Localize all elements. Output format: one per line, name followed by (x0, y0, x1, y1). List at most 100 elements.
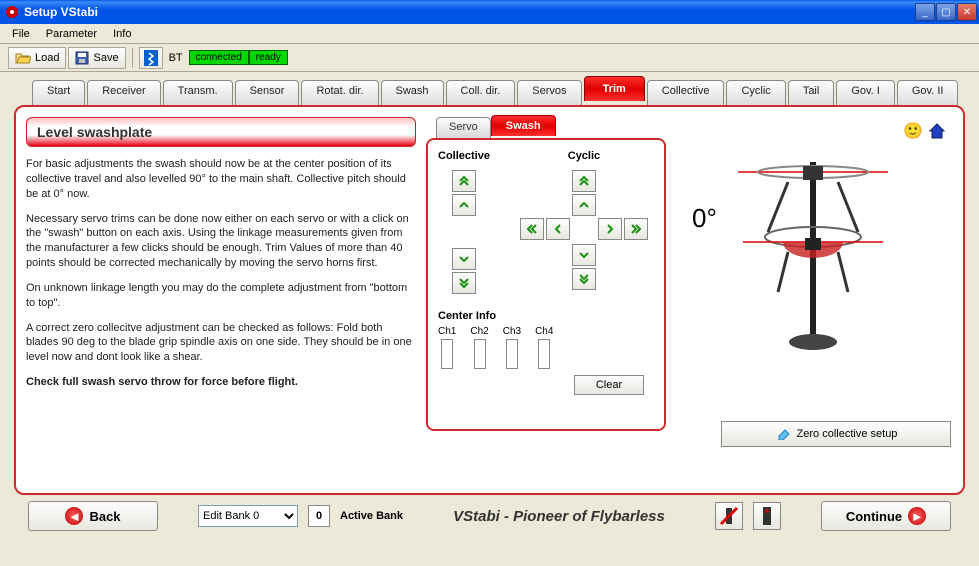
tab-coll-dir[interactable]: Coll. dir. (446, 80, 516, 105)
bt-status: connected ready (189, 50, 288, 65)
tab-receiver[interactable]: Receiver (87, 80, 160, 105)
bt-ready: ready (249, 50, 288, 65)
cyclic-up-button[interactable] (572, 194, 596, 216)
active-bank-num: 0 (308, 505, 330, 527)
main-tabs: Start Receiver Transm. Sensor Rotat. dir… (32, 80, 965, 105)
subtab-servo[interactable]: Servo (436, 117, 491, 138)
control-box: Servo Swash Collective (426, 117, 666, 483)
collective-up-button[interactable] (452, 194, 476, 216)
heli-graphic (728, 142, 898, 362)
visualization-panel: 🙂 0° (672, 117, 953, 483)
control-body: Collective Cyclic (426, 138, 666, 431)
tab-swash[interactable]: Swash (381, 80, 444, 105)
collective-double-down-button[interactable] (452, 272, 476, 294)
edit-bank-select[interactable]: Edit Bank 0 (198, 505, 298, 527)
collective-label: Collective (438, 150, 490, 162)
help-p2: Necessary servo trims can be done now ei… (26, 212, 416, 271)
titlebar: Setup VStabi _ ▢ ✕ (0, 0, 979, 24)
bt-connected: connected (189, 50, 249, 65)
tab-start[interactable]: Start (32, 80, 85, 105)
center-info: Center Info Ch1 Ch2 Ch3 Ch4 Clear (438, 310, 654, 395)
ch2-bar (474, 339, 486, 369)
help-p1: For basic adjustments the swash should n… (26, 157, 416, 202)
back-arrow-icon: ◄ (65, 507, 83, 525)
tab-servos[interactable]: Servos (517, 80, 581, 105)
continue-button[interactable]: Continue ► (821, 501, 951, 531)
degree-readout: 0° (692, 203, 717, 234)
cyclic-column: Cyclic (520, 150, 648, 296)
continue-arrow-icon: ► (908, 507, 926, 525)
left-panel: Level swashplate For basic adjustments t… (26, 117, 416, 483)
device-button[interactable] (753, 502, 781, 530)
folder-open-icon (15, 51, 31, 65)
tab-gov-ii[interactable]: Gov. II (897, 80, 959, 105)
minimize-button[interactable]: _ (915, 3, 935, 21)
help-p3: On unknown linkage length you may do the… (26, 281, 416, 311)
bluetooth-icon (144, 50, 158, 66)
tagline: VStabi - Pioneer of Flybarless (413, 508, 705, 525)
ch2-label: Ch2 (470, 326, 488, 337)
help-text: For basic adjustments the swash should n… (26, 157, 416, 390)
cyclic-label: Cyclic (568, 150, 600, 162)
back-label: Back (89, 509, 120, 524)
footer: ◄ Back Edit Bank 0 0 Active Bank VStabi … (14, 495, 965, 537)
continue-label: Continue (846, 509, 902, 524)
eraser-icon (775, 428, 791, 440)
maximize-button[interactable]: ▢ (936, 3, 956, 21)
tab-cyclic[interactable]: Cyclic (726, 80, 785, 105)
main-panel: Level swashplate For basic adjustments t… (14, 105, 965, 495)
disable-icon (718, 505, 740, 527)
menu-info[interactable]: Info (105, 26, 139, 42)
zero-collective-label: Zero collective setup (797, 428, 898, 440)
disable-button[interactable] (715, 502, 743, 530)
toolbar: Load Save BT connected ready (0, 44, 979, 72)
cyclic-double-down-button[interactable] (572, 268, 596, 290)
zero-collective-button[interactable]: Zero collective setup (721, 421, 951, 447)
collective-down-button[interactable] (452, 248, 476, 270)
collective-column: Collective (438, 150, 490, 296)
device-icon (758, 505, 776, 527)
menubar: File Parameter Info (0, 24, 979, 44)
ch1-bar (441, 339, 453, 369)
toolbar-separator (132, 48, 133, 68)
back-button[interactable]: ◄ Back (28, 501, 158, 531)
close-button[interactable]: ✕ (957, 3, 977, 21)
cyclic-down-button[interactable] (572, 244, 596, 266)
cyclic-double-left-button[interactable] (520, 218, 544, 240)
tab-rotat-dir[interactable]: Rotat. dir. (301, 80, 378, 105)
tab-transm[interactable]: Transm. (163, 80, 233, 105)
cyclic-left-button[interactable] (546, 218, 570, 240)
ch4-bar (538, 339, 550, 369)
active-bank-label: Active Bank (340, 510, 403, 522)
right-panel: Servo Swash Collective (426, 117, 953, 483)
ch4-label: Ch4 (535, 326, 553, 337)
ch1-label: Ch1 (438, 326, 456, 337)
save-button[interactable]: Save (68, 47, 125, 69)
clear-button[interactable]: Clear (574, 375, 644, 395)
subtab-swash[interactable]: Swash (491, 115, 556, 136)
ch3-label: Ch3 (503, 326, 521, 337)
ch3-bar (506, 339, 518, 369)
window-title: Setup VStabi (24, 5, 915, 19)
tab-collective[interactable]: Collective (647, 80, 725, 105)
collective-double-up-button[interactable] (452, 170, 476, 192)
menu-parameter[interactable]: Parameter (38, 26, 105, 42)
bluetooth-button[interactable] (139, 47, 163, 69)
floppy-icon (75, 51, 89, 65)
bt-label: BT (169, 52, 183, 64)
tab-tail[interactable]: Tail (788, 80, 835, 105)
cyclic-right-button[interactable] (598, 218, 622, 240)
menu-file[interactable]: File (4, 26, 38, 42)
heli-visualization: 0° (672, 117, 953, 387)
help-p5: Check full swash servo throw for force b… (26, 375, 416, 390)
load-button[interactable]: Load (8, 47, 66, 69)
tab-gov-i[interactable]: Gov. I (836, 80, 895, 105)
center-info-label: Center Info (438, 310, 654, 322)
cyclic-double-up-button[interactable] (572, 170, 596, 192)
help-p4: A correct zero collecitve adjustment can… (26, 321, 416, 366)
tab-sensor[interactable]: Sensor (235, 80, 300, 105)
save-label: Save (93, 52, 118, 64)
cyclic-double-right-button[interactable] (624, 218, 648, 240)
panel-heading: Level swashplate (26, 117, 416, 147)
tab-trim[interactable]: Trim (584, 76, 645, 101)
